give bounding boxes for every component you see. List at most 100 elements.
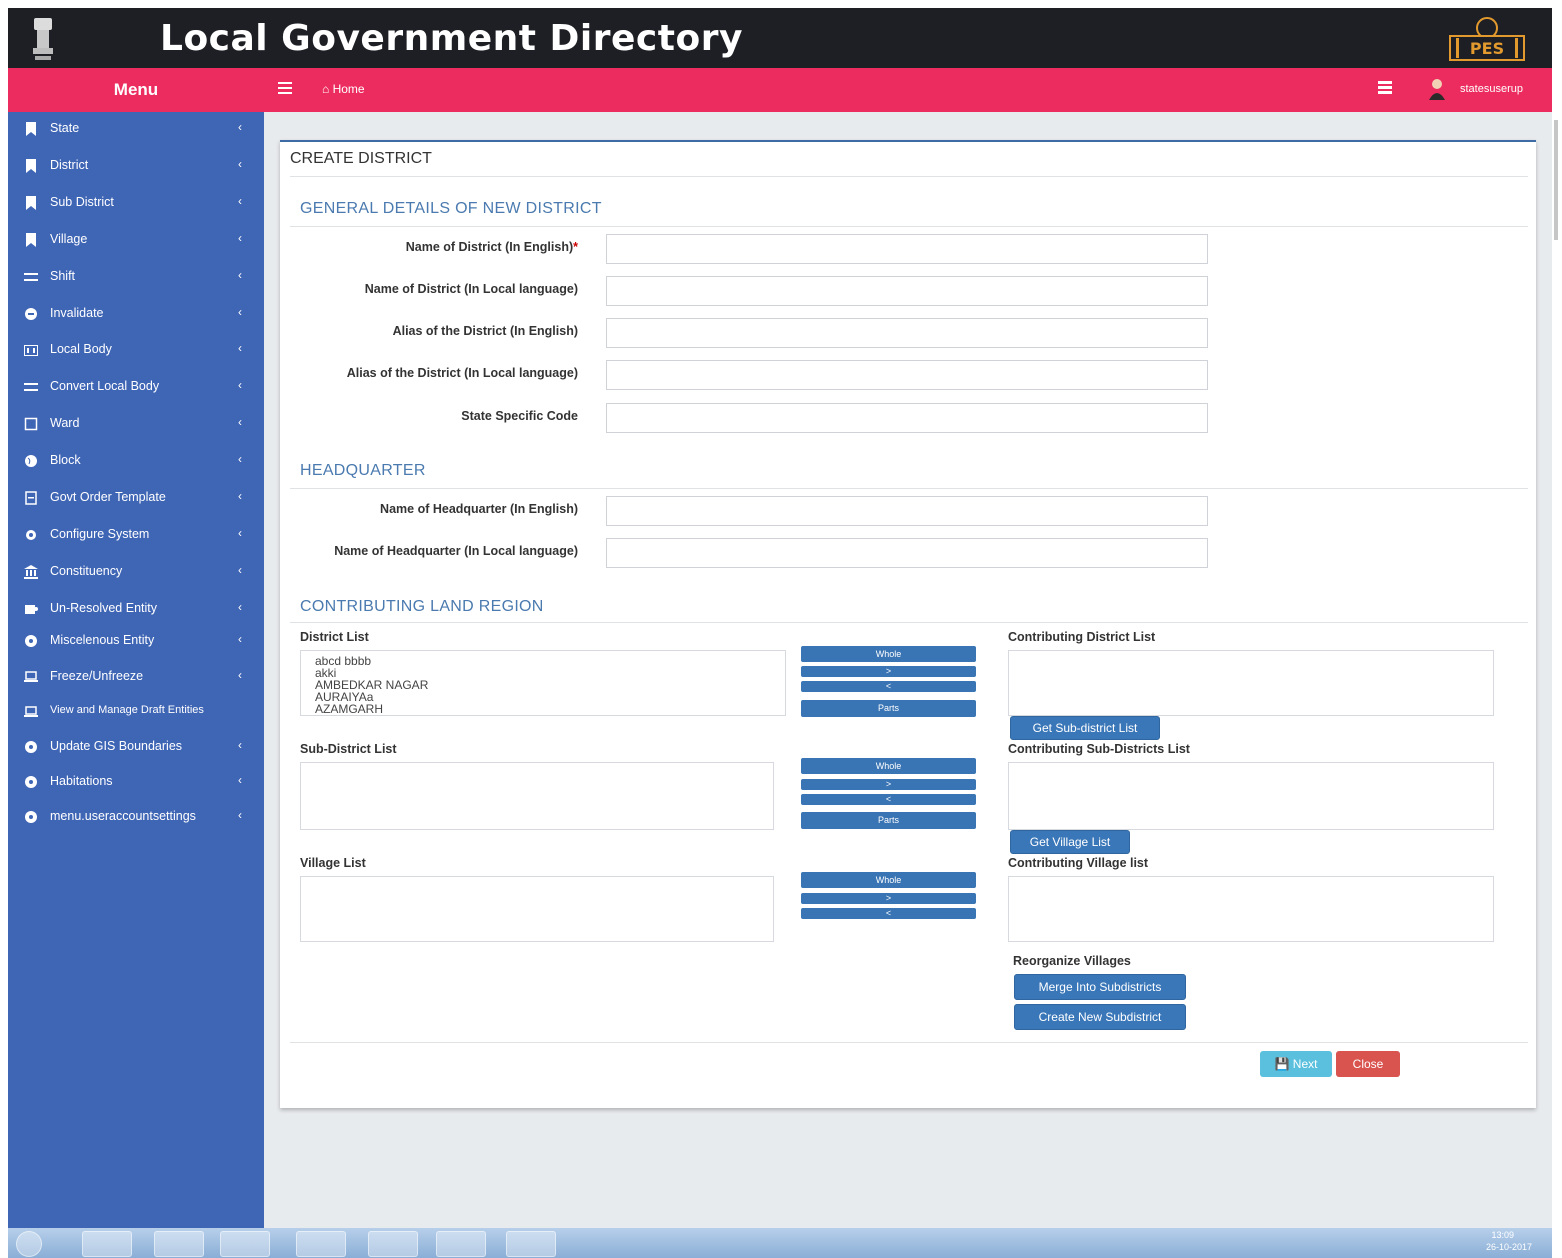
chevron-left-icon: ‹ — [238, 632, 242, 646]
taskbar-explorer-icon[interactable] — [82, 1231, 132, 1257]
sidebar-item-miscelenous-entity[interactable]: Miscelenous Entity ‹ — [8, 624, 264, 658]
chevron-left-icon: ‹ — [238, 305, 242, 319]
home-icon: ⌂ — [322, 82, 330, 96]
headquarter-local-input[interactable] — [606, 538, 1208, 568]
sidebar-item-habitations[interactable]: Habitations ‹ — [8, 765, 264, 799]
subdistrict-parts-button[interactable]: Parts — [801, 812, 976, 829]
district-option[interactable]: abcd bbbb — [301, 655, 785, 667]
subdistrict-list-box[interactable] — [300, 762, 774, 830]
close-button[interactable]: Close — [1336, 1051, 1400, 1077]
taskbar-powerpoint-icon[interactable] — [506, 1231, 556, 1257]
district-parts-button[interactable]: Parts — [801, 700, 976, 717]
save-icon: 💾 — [1274, 1057, 1290, 1071]
sidebar: State ‹ District ‹ Sub District ‹ Village ‹ Shif… — [8, 112, 264, 1228]
sidebar-item-govt-order-template[interactable]: Govt Order Template ‹ — [8, 481, 264, 515]
sidebar-item-district[interactable]: District ‹ — [8, 149, 264, 183]
sidebar-item-invalidate[interactable]: Invalidate ‹ — [8, 297, 264, 331]
sidebar-item-label: Ward — [50, 416, 80, 430]
laptop-icon — [24, 670, 38, 684]
subdistrict-forward-button[interactable]: > — [801, 779, 976, 790]
hamburger-icon[interactable] — [278, 81, 292, 95]
subdistrict-whole-button[interactable]: Whole — [801, 758, 976, 774]
merge-into-subdistricts-button[interactable]: Merge Into Subdistricts — [1014, 974, 1186, 1000]
subdistrict-back-button[interactable]: < — [801, 794, 976, 805]
home-link[interactable]: ⌂ Home — [322, 82, 365, 96]
sidebar-item-label: menu.useraccountsettings — [50, 809, 196, 823]
village-whole-button[interactable]: Whole — [801, 872, 976, 888]
sidebar-item-label: View and Manage Draft Entities — [50, 704, 204, 716]
create-new-subdistrict-button[interactable]: Create New Subdistrict — [1014, 1004, 1186, 1030]
sidebar-item-label: State — [50, 121, 80, 135]
os-taskbar: 13:09 26-10-2017 — [8, 1228, 1552, 1258]
state-specific-code-input[interactable] — [606, 403, 1208, 433]
district-option[interactable]: AMBEDKAR NAGAR — [301, 679, 785, 691]
sidebar-item-view-and-manage-draft-entities[interactable]: View and Manage Draft Entities — [8, 695, 264, 729]
laptop-icon — [24, 705, 38, 719]
grid-icon[interactable] — [1378, 81, 1392, 95]
village-forward-button[interactable]: > — [801, 893, 976, 904]
sidebar-item-label: Miscelenous Entity — [50, 633, 155, 647]
taskbar-firefox-icon[interactable] — [368, 1231, 418, 1257]
contrib-subdistrict-list-box[interactable] — [1008, 762, 1494, 830]
bank-icon — [24, 565, 38, 579]
taskbar-chrome-icon[interactable] — [220, 1231, 270, 1257]
taskbar-media-icon[interactable] — [154, 1231, 204, 1257]
divider — [290, 622, 1528, 623]
exchange-icon — [24, 380, 38, 394]
chevron-left-icon: ‹ — [238, 808, 242, 822]
get-subdistrict-list-button[interactable]: Get Sub-district List — [1010, 716, 1160, 740]
sidebar-item-ward[interactable]: Ward ‹ — [8, 407, 264, 441]
district-whole-button[interactable]: Whole — [801, 646, 976, 662]
headquarter-english-input[interactable] — [606, 496, 1208, 526]
contrib-village-list-box[interactable] — [1008, 876, 1494, 942]
district-name-local-input[interactable] — [606, 276, 1208, 306]
sidebar-item-village[interactable]: Village ‹ — [8, 223, 264, 257]
sidebar-item-un-resolved-entity[interactable]: Un-Resolved Entity ‹ — [8, 592, 264, 626]
village-list-label: Village List — [300, 856, 366, 870]
get-village-list-button[interactable]: Get Village List — [1010, 830, 1130, 854]
clock-time: 13:09 — [1491, 1230, 1514, 1240]
district-list-box[interactable]: abcd bbbb akki AMBEDKAR NAGAR AURAIYAa AZAMG… — [300, 650, 786, 716]
chevron-left-icon: ‹ — [238, 738, 242, 752]
divider — [290, 176, 1528, 177]
taskbar-postgres-icon[interactable] — [296, 1231, 346, 1257]
sidebar-item-update-gis-boundaries[interactable]: Update GIS Boundaries ‹ — [8, 730, 264, 764]
user-name[interactable]: statesuserup — [1460, 83, 1523, 95]
top-navbar: Menu ⌂ Home statesuserup — [8, 68, 1552, 112]
sidebar-item-label: Local Body — [50, 342, 112, 356]
national-emblem-icon — [33, 18, 53, 60]
sidebar-item-convert-local-body[interactable]: Convert Local Body ‹ — [8, 370, 264, 404]
section-land-heading: CONTRIBUTING LAND REGION — [300, 598, 544, 615]
user-avatar-icon[interactable] — [1428, 78, 1446, 100]
square-icon — [24, 417, 38, 431]
sidebar-item-state[interactable]: State ‹ — [8, 112, 264, 146]
district-forward-button[interactable]: > — [801, 666, 976, 677]
taskbar-app-icon[interactable] — [436, 1231, 486, 1257]
district-alias-english-input[interactable] — [606, 318, 1208, 348]
vertical-scrollbar[interactable] — [1554, 120, 1558, 240]
district-back-button[interactable]: < — [801, 681, 976, 692]
sidebar-item-constituency[interactable]: Constituency ‹ — [8, 555, 264, 589]
sidebar-item-local-body[interactable]: Local Body ‹ — [8, 333, 264, 367]
hq-english-label: Name of Headquarter (In English) — [380, 502, 578, 516]
sidebar-item-block[interactable]: Block ‹ — [8, 444, 264, 478]
sidebar-item-menu-useraccountsettings[interactable]: menu.useraccountsettings ‹ — [8, 800, 264, 834]
sidebar-item-freeze-unfreeze[interactable]: Freeze/Unfreeze ‹ — [8, 660, 264, 694]
district-option[interactable]: AZAMGARH — [301, 703, 785, 715]
village-list-box[interactable] — [300, 876, 774, 942]
village-back-button[interactable]: < — [801, 908, 976, 919]
district-name-english-input[interactable] — [606, 234, 1208, 264]
contrib-district-list-box[interactable] — [1008, 650, 1494, 716]
sidebar-item-label: Configure System — [50, 527, 150, 541]
sidebar-item-label: Village — [50, 232, 88, 246]
start-button[interactable] — [16, 1231, 42, 1257]
sidebar-item-shift[interactable]: Shift ‹ — [8, 260, 264, 294]
district-alias-local-input[interactable] — [606, 360, 1208, 390]
next-button[interactable]: 💾 Next — [1260, 1051, 1332, 1077]
sidebar-item-configure-system[interactable]: Configure System ‹ — [8, 518, 264, 552]
chevron-left-icon: ‹ — [238, 600, 242, 614]
clock-date: 26-10-2017 — [1485, 1242, 1532, 1252]
sidebar-item-sub-district[interactable]: Sub District ‹ — [8, 186, 264, 220]
name-english-label: Name of District (In English)* — [405, 240, 578, 254]
chevron-left-icon: ‹ — [238, 341, 242, 355]
